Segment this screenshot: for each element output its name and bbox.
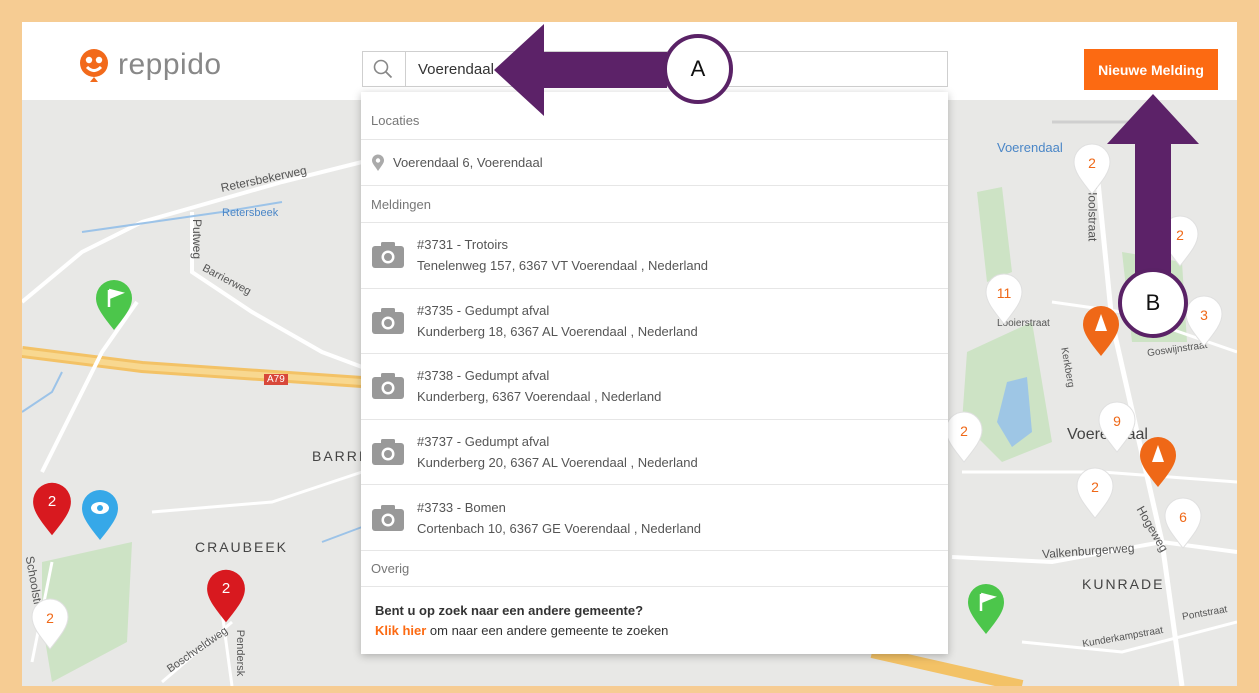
map-pin-white-2c[interactable]: 2 bbox=[1075, 466, 1115, 520]
map-pin-red-2[interactable]: 2 bbox=[205, 568, 247, 624]
camera-icon bbox=[372, 373, 404, 400]
melding-title: #3733 - Bomen bbox=[417, 499, 506, 515]
pin-count: 11 bbox=[996, 285, 1012, 301]
logo[interactable]: reppido bbox=[78, 48, 222, 82]
section-header-overig: Overig bbox=[361, 551, 948, 587]
search-divider bbox=[405, 52, 406, 86]
search-icon[interactable] bbox=[373, 59, 393, 79]
annotation-arrow-b bbox=[1107, 94, 1199, 287]
location-pin-icon bbox=[372, 154, 384, 171]
map-pin-white-11[interactable]: 11 bbox=[984, 272, 1024, 326]
melding-item[interactable]: #3733 - Bomen Cortenbach 10, 6367 GE Voer… bbox=[361, 485, 948, 551]
map-pin-red-1[interactable]: 2 bbox=[31, 481, 73, 537]
annotation-circle-b: B bbox=[1118, 268, 1188, 338]
annotation-circle-a: A bbox=[663, 34, 733, 104]
melding-item[interactable]: #3738 - Gedumpt afval Kunderberg, 6367 Vo… bbox=[361, 354, 948, 420]
camera-icon bbox=[372, 307, 404, 334]
map-label-retersbeek: Retersbeek bbox=[222, 207, 279, 219]
new-report-button[interactable]: Nieuwe Melding bbox=[1084, 49, 1218, 90]
reppido-logo-icon bbox=[80, 49, 108, 82]
annotation-arrow-a bbox=[494, 24, 667, 116]
pin-count: 3 bbox=[1200, 307, 1208, 323]
melding-title: #3731 - Trotoirs bbox=[417, 237, 509, 253]
search-results-dropdown: Locaties Voerendaal 6, Voerendaal Meldin… bbox=[361, 92, 948, 654]
pin-count: 2 bbox=[960, 423, 968, 439]
other-rest: om naar een andere gemeente te zoeken bbox=[426, 622, 669, 638]
map-pin-green-flag[interactable] bbox=[94, 279, 134, 331]
melding-address: Cortenbach 10, 6367 GE Voerendaal , Nede… bbox=[417, 520, 702, 536]
map-label-voerendaal-station: Voerendaal bbox=[997, 140, 1063, 155]
pin-count: 2 bbox=[1091, 479, 1099, 495]
pin-count: 2 bbox=[47, 493, 57, 510]
other-question: Bent u op zoek naar een andere gemeente? bbox=[375, 602, 644, 618]
melding-address: Kunderberg, 6367 Voerendaal , Nederland bbox=[417, 389, 662, 405]
map-label-craubeek: CRAUBEEK bbox=[195, 539, 289, 555]
map-label-barri: BARRI bbox=[312, 448, 365, 464]
camera-icon bbox=[372, 242, 404, 269]
melding-address: Kunderberg 20, 6367 AL Voerendaal , Nede… bbox=[417, 455, 698, 471]
map-pin-cone-2[interactable] bbox=[1138, 436, 1178, 488]
melding-address: Kunderberg 18, 6367 AL Voerendaal , Nede… bbox=[417, 323, 698, 339]
melding-address: Tenelenweg 157, 6367 VT Voerendaal , Ned… bbox=[417, 258, 709, 274]
map-pin-white-9[interactable]: 9 bbox=[1097, 400, 1137, 454]
map-label-penderskoul: Pendersk bbox=[234, 629, 247, 677]
map-pin-green-flag-2[interactable] bbox=[966, 583, 1006, 635]
melding-title: #3737 - Gedumpt afval bbox=[417, 434, 550, 450]
melding-item[interactable]: #3731 - Trotoirs Tenelenweg 157, 6367 VT … bbox=[361, 223, 948, 289]
other-municipality: Bent u op zoek naar een andere gemeente?… bbox=[361, 587, 948, 641]
pin-count: 9 bbox=[1113, 413, 1121, 429]
map-pin-white-2d[interactable]: 2 bbox=[944, 410, 984, 464]
logo-text: reppido bbox=[118, 48, 222, 81]
melding-item[interactable]: #3737 - Gedumpt afval Kunderberg 20, 6367… bbox=[361, 420, 948, 486]
other-line: Klik hier om naar een andere gemeente te… bbox=[375, 621, 948, 641]
camera-icon bbox=[372, 504, 404, 531]
map-label-a79: A79 bbox=[264, 374, 288, 385]
location-result-label: Voerendaal 6, Voerendaal bbox=[393, 155, 543, 170]
map-pin-cone-1[interactable] bbox=[1081, 305, 1121, 357]
camera-icon bbox=[372, 439, 404, 466]
melding-title: #3738 - Gedumpt afval bbox=[417, 368, 550, 384]
melding-item[interactable]: #3735 - Gedumpt afval Kunderberg 18, 6367… bbox=[361, 289, 948, 355]
pin-count: 2 bbox=[221, 580, 231, 597]
map-pin-white-6[interactable]: 6 bbox=[1163, 496, 1203, 550]
app-frame: Retersbekerweg Retersbeek Putweg Barrier… bbox=[22, 22, 1237, 686]
section-header-meldingen: Meldingen bbox=[361, 186, 948, 223]
pin-count: 2 bbox=[46, 610, 54, 626]
map-pin-white-2e[interactable]: 2 bbox=[30, 597, 70, 651]
location-result[interactable]: Voerendaal 6, Voerendaal bbox=[361, 140, 948, 186]
other-link[interactable]: Klik hier bbox=[375, 623, 426, 638]
map-pin-eye[interactable] bbox=[80, 489, 120, 541]
map-pin-white-3[interactable]: 3 bbox=[1184, 294, 1224, 348]
pin-count: 6 bbox=[1179, 509, 1187, 525]
map-label-kunrade: KUNRADE bbox=[1082, 576, 1165, 592]
map-label-putweg: Putweg bbox=[190, 218, 205, 260]
melding-title: #3735 - Gedumpt afval bbox=[417, 302, 550, 318]
